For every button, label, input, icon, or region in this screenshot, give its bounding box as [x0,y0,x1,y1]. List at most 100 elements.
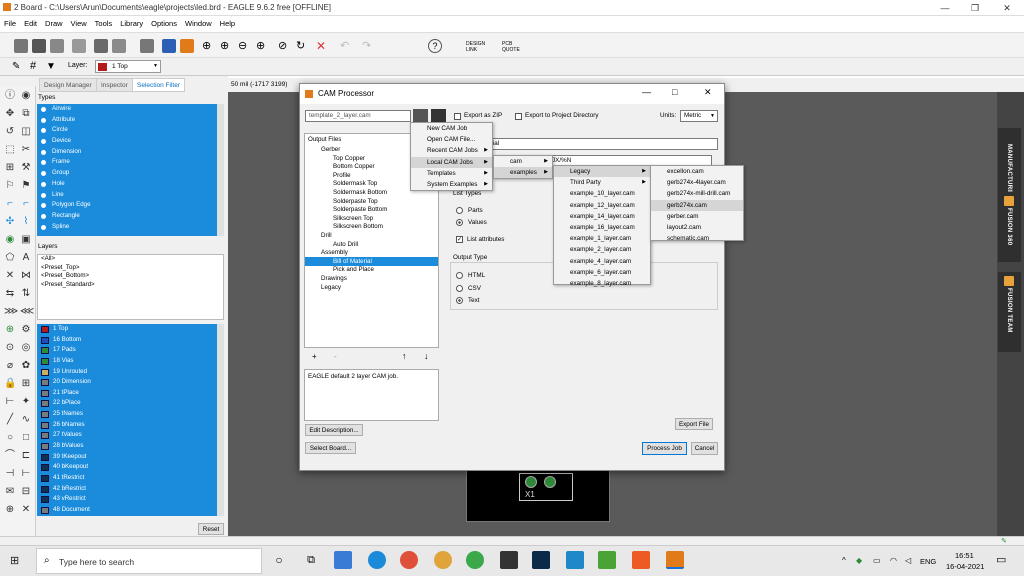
select-board-button[interactable]: Select Board... [305,442,356,454]
delete-icon[interactable]: ✂ [20,144,32,156]
menu-item[interactable]: gerb274x-4layer.cam [651,177,743,188]
volume-icon[interactable]: ◁ [905,556,911,565]
list-item[interactable]: Polygon Edge [37,200,217,211]
ratsnest-icon[interactable]: ◉ [4,234,16,246]
rect-icon[interactable]: □ [20,432,32,444]
menu-item[interactable]: cam ▶ [494,156,552,167]
edit-description-button[interactable]: Edit Description... [305,424,363,436]
menu-view[interactable]: View [67,16,91,31]
value-icon[interactable]: ⚑ [20,180,32,192]
values-radio[interactable] [456,219,463,226]
tab-fusion-team[interactable]: FUSION TEAM [998,272,1021,352]
list-item[interactable]: Circle [37,125,217,136]
store-icon[interactable] [500,551,518,569]
layer-row[interactable]: 39 tKeepout [37,452,217,463]
app-icon-orange[interactable] [632,551,650,569]
autoroute-icon[interactable]: ✣ [4,216,16,228]
minimize-icon[interactable]: — [930,1,960,15]
eye-icon[interactable]: ◉ [20,90,32,102]
list-item[interactable]: Rectangle [37,211,217,222]
layer-row[interactable]: 43 vRestrict [37,494,217,505]
language-indicator[interactable]: ENG [920,557,936,566]
bus-icon[interactable]: ⋈ [20,270,32,282]
html-radio[interactable] [456,272,463,279]
layer-row[interactable]: 19 Unrouted [37,367,217,378]
menu-item[interactable]: Recent CAM Jobs ▶ [411,145,492,156]
tab-fusion-360[interactable]: FUSION 360 [998,192,1021,262]
layer-row[interactable]: 20 Dimension [37,377,217,388]
list-item[interactable]: Dimension [37,147,217,158]
list-item[interactable]: <Preset_Standard> [38,281,223,290]
layer-row[interactable]: 16 Bottom [37,335,217,346]
move-down-button[interactable]: ↓ [424,351,429,361]
layer-row[interactable]: 42 bRestrict [37,484,217,495]
menu-options[interactable]: Options [147,16,181,31]
menu-item[interactable]: example_2_layer.cam [554,244,650,255]
clock-time[interactable]: 16:51 [955,551,974,560]
close-icon[interactable]: ✕ [992,1,1022,15]
dimension-icon[interactable]: ⊢ [4,396,16,408]
redraw-icon[interactable]: ↻ [296,39,310,53]
rotate-icon[interactable]: ↺ [4,126,16,138]
open-icon[interactable] [14,39,28,53]
tree-item[interactable]: Silkscreen Top [333,215,373,222]
menu-window[interactable]: Window [181,16,216,31]
help-icon[interactable]: ? [428,39,442,53]
route-icon[interactable]: ⌐ [4,198,16,210]
tray-chevron-icon[interactable]: ^ [842,556,846,565]
undo-icon[interactable]: ↶ [340,39,354,53]
notifications-icon[interactable]: ▭ [996,553,1006,566]
layer-row[interactable]: 28 bValues [37,441,217,452]
signal-icon[interactable]: ✉ [4,486,16,498]
layer-row[interactable]: 25 tNames [37,409,217,420]
sch-icon[interactable] [162,39,176,53]
tree-item[interactable]: Auto Drill [333,241,358,248]
battery-icon[interactable]: ▭ [873,556,881,565]
filter-icon[interactable]: ▼ [46,61,56,72]
design-link-button[interactable]: DESIGN LINK [466,41,488,53]
tab-selection-filter[interactable]: Selection Filter [132,78,185,92]
copy-icon[interactable]: ⧉ [20,108,32,120]
cam-icon[interactable] [72,39,86,53]
zoom-out-icon[interactable]: ⊖ [238,39,252,53]
menu-item[interactable]: Local CAM Jobs ▶ [411,156,492,168]
menu-item[interactable]: gerb274x.cam [651,199,743,211]
tree-item[interactable]: Bill of Material [333,258,372,265]
menu-item[interactable]: example_1_layer.cam [554,233,650,244]
layer-row[interactable]: 18 Vias [37,356,217,367]
minimize-icon[interactable]: — [642,87,651,97]
split-icon[interactable]: ⊞ [4,162,16,174]
menu-item[interactable]: excellon.cam [651,166,743,177]
menu-item[interactable]: example_6_layer.cam [554,267,650,278]
menu-item[interactable]: layout2.cam [651,222,743,233]
run-ulp-icon[interactable] [112,39,126,53]
tree-item[interactable]: Legacy [321,284,341,291]
list-item[interactable]: Hole [37,179,217,190]
menu-item[interactable]: Open CAM File... [411,134,492,145]
output-name-field[interactable]: aterial [478,138,718,150]
reset-button[interactable]: Reset [198,523,224,535]
menu-item[interactable]: New CAM Job [411,123,492,134]
mirror-icon[interactable]: ◫ [20,126,32,138]
cross-icon[interactable]: ✕ [20,504,32,516]
menu-draw[interactable]: Draw [41,16,67,31]
menu-item[interactable]: Templates ▶ [411,168,492,179]
menu-item[interactable]: System Examples ▶ [411,179,492,190]
frame-icon[interactable]: ⊏ [20,450,32,462]
cancel-button[interactable]: Cancel [691,442,718,455]
zoom-select-icon[interactable]: ⊕ [256,39,270,53]
zoom-area-icon[interactable]: ⊘ [278,39,292,53]
save-job-icon[interactable] [431,109,446,123]
job-file-field[interactable]: template_2_layer.cam [305,110,411,122]
print-icon[interactable] [50,39,64,53]
export-file-button[interactable]: Export File [675,418,713,430]
pcb-board[interactable]: X1 [466,470,610,522]
zoom-fit-icon[interactable]: ⊕ [202,39,216,53]
layer-row[interactable]: 22 bPlace [37,398,217,409]
export-dir-checkbox[interactable] [515,113,522,120]
list-item[interactable]: Attribute [37,115,217,126]
list-item[interactable]: <Preset_Top> [38,264,223,273]
group-icon[interactable]: ⬚ [4,144,16,156]
add-part-icon[interactable]: ⊕ [4,324,16,336]
menu-library[interactable]: Library [116,16,147,31]
